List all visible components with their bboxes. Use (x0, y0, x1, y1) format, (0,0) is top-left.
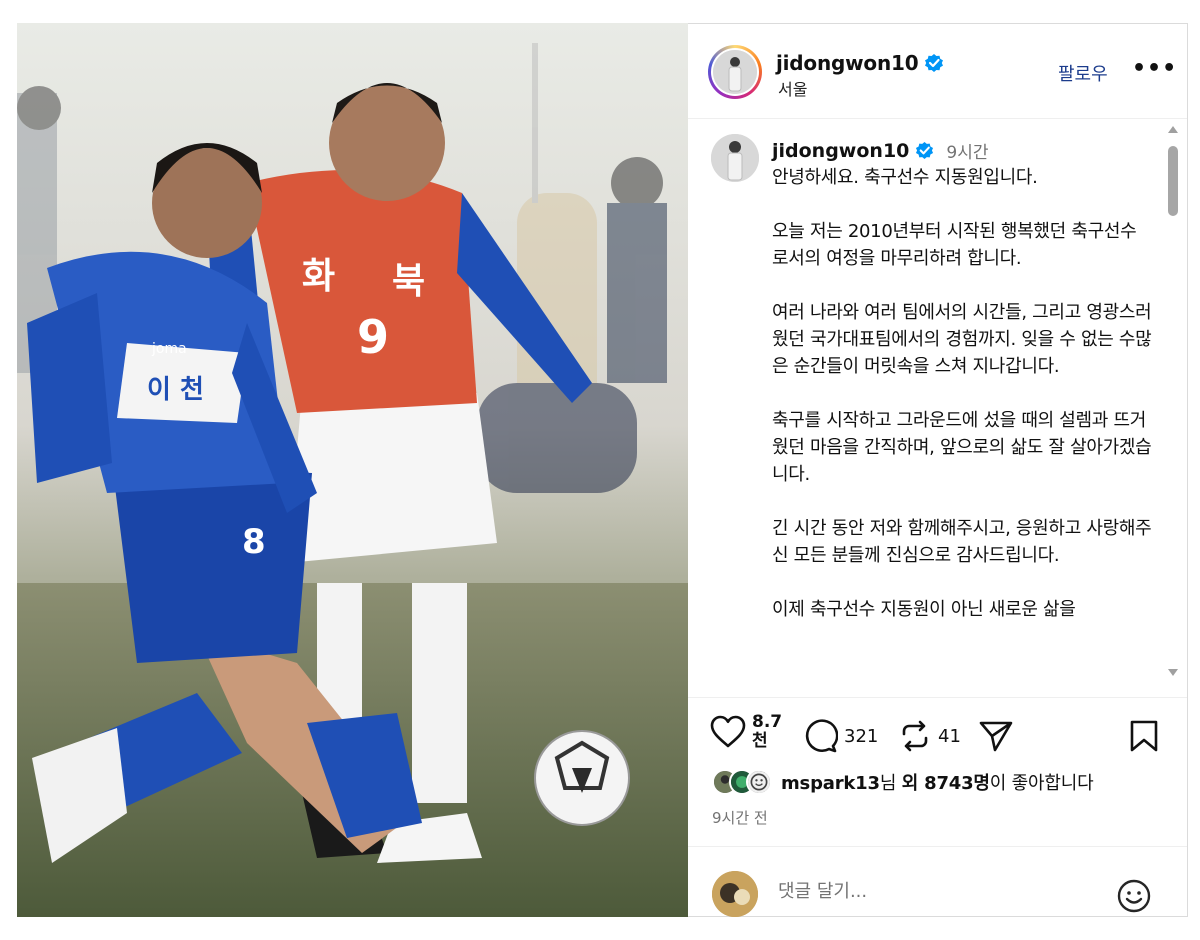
verified-badge-icon (916, 141, 934, 160)
header-location[interactable]: 서울 (778, 76, 807, 100)
verified-badge-icon (925, 54, 944, 72)
action-bar: 8.7천 321 41 (688, 699, 1187, 759)
follow-button[interactable]: 팔로우 (1058, 60, 1108, 86)
emoji-button[interactable] (1116, 878, 1152, 918)
jersey-text-right: 북 (392, 261, 425, 302)
blue-shorts-number: 8 (242, 522, 266, 562)
repost-icon (902, 720, 928, 752)
post-sidebar: jidongwon10 서울 팔로우 ••• jidongwon10 9시간 안… (688, 23, 1188, 917)
comment-icon (805, 719, 838, 753)
post-photo[interactable]: 화 북 9 이 천 joma 8 (17, 23, 688, 917)
caption-scroll-area[interactable]: jidongwon10 9시간 안녕하세요. 축구선수 지동원입니다. 오늘 저… (688, 120, 1187, 698)
avatar (713, 50, 757, 94)
comment-bar (688, 846, 1187, 918)
heart-icon (710, 715, 746, 748)
header-username-row[interactable]: jidongwon10 (776, 51, 944, 75)
jersey-text-left: 화 (302, 256, 335, 297)
story-avatar[interactable] (708, 45, 762, 99)
liked-by-row[interactable]: mspark13님 외 8743명이 좋아합니다 (712, 769, 1094, 795)
caption-username[interactable]: jidongwon10 (772, 140, 909, 162)
likes-count: 8.7천 (752, 712, 783, 751)
more-options-button[interactable]: ••• (1132, 56, 1177, 81)
header-username[interactable]: jidongwon10 (776, 51, 919, 75)
football-photo: 화 북 9 이 천 joma 8 (17, 23, 688, 917)
send-icon (979, 721, 1013, 752)
caption-scrollbar[interactable] (1166, 126, 1180, 676)
jersey-number: 9 (357, 310, 389, 364)
comment-button[interactable]: 321 (802, 719, 878, 753)
save-button[interactable] (1128, 719, 1160, 753)
soccer-ball (534, 730, 630, 826)
emoji-smile-icon (1117, 879, 1151, 913)
brand-logo: joma (151, 341, 187, 357)
comment-input[interactable] (778, 881, 1078, 902)
scrollbar-thumb[interactable] (1168, 146, 1178, 216)
caption-header: jidongwon10 9시간 (772, 138, 989, 164)
liker-username[interactable]: mspark13 (781, 773, 880, 794)
liked-by-others[interactable]: 외 8743명 (902, 773, 990, 794)
like-button[interactable]: 8.7천 (710, 713, 782, 751)
liked-by-suffix-2: 이 좋아합니다 (989, 773, 1094, 794)
caption-text: 안녕하세요. 축구선수 지동원입니다. 오늘 저는 2010년부터 시작된 행복… (772, 167, 1152, 620)
scroll-up-arrow-icon[interactable] (1168, 126, 1178, 133)
caption-time[interactable]: 9시간 (946, 138, 988, 163)
current-user-avatar (712, 871, 758, 917)
post-timestamp[interactable]: 9시간 전 (712, 807, 768, 828)
liker-avatar (746, 769, 772, 795)
reposts-count: 41 (938, 725, 961, 747)
post-header: jidongwon10 서울 팔로우 ••• (688, 24, 1187, 119)
share-button[interactable] (978, 719, 1014, 753)
repost-button[interactable]: 41 (898, 719, 961, 753)
liked-by-suffix-1: 님 (879, 773, 902, 794)
bookmark-icon (1130, 720, 1158, 752)
blue-jersey-text: 이 천 (147, 375, 204, 405)
caption-avatar[interactable] (711, 134, 759, 182)
scroll-down-arrow-icon[interactable] (1168, 669, 1178, 676)
liked-by-text: mspark13님 외 8743명이 좋아합니다 (781, 769, 1094, 795)
comments-count: 321 (844, 725, 879, 747)
